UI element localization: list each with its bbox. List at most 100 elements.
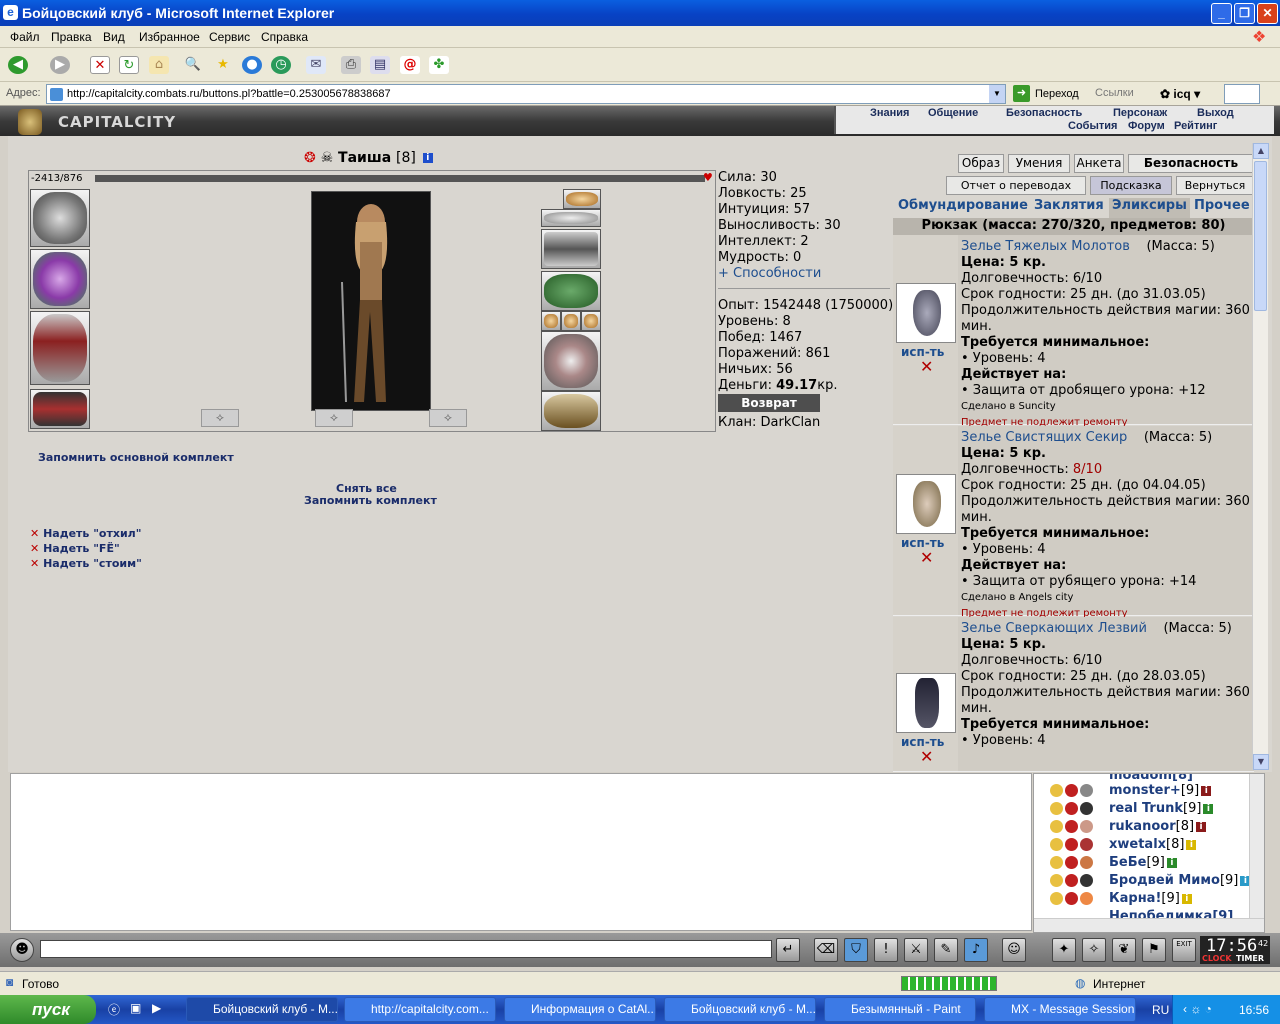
exit-button[interactable]: EXIT bbox=[1172, 938, 1196, 962]
scroll-icon[interactable]: ✧ bbox=[1082, 938, 1106, 962]
send-icon[interactable]: ↵ bbox=[776, 938, 800, 962]
links-label[interactable]: Ссылки bbox=[1095, 87, 1134, 99]
helmet-slot[interactable] bbox=[30, 189, 90, 247]
content-scrollbar[interactable]: ▲ ▼ bbox=[1252, 143, 1269, 770]
user-name[interactable]: Бродвей Мимо[9] i bbox=[1109, 873, 1251, 888]
task-button[interactable]: Безымянный - Paint bbox=[824, 997, 976, 1022]
refresh-icon[interactable]: ↻ bbox=[119, 56, 139, 74]
task-button[interactable]: MX - Message Session bbox=[984, 997, 1136, 1022]
abilities-link[interactable]: + Способности bbox=[718, 266, 821, 281]
task-button[interactable]: Бойцовский клуб - М... bbox=[664, 997, 816, 1022]
task-button[interactable]: Бойцовский клуб - М... bbox=[186, 997, 338, 1022]
amulet-slot[interactable] bbox=[541, 209, 601, 227]
fight-icon[interactable]: ⚔ bbox=[904, 938, 928, 962]
mail-icon[interactable]: ✉ bbox=[306, 56, 326, 74]
tray-icons[interactable]: ‹ ☼ ◔ bbox=[1183, 1002, 1212, 1016]
ring-slot-1[interactable] bbox=[541, 311, 561, 331]
saved-set-item[interactable]: ✕ Надеть "FЁ" bbox=[30, 541, 142, 556]
chat-mode-icon[interactable]: ☻ bbox=[10, 938, 34, 962]
item-name[interactable]: Зелье Сверкающих Лезвий bbox=[961, 621, 1147, 636]
tab-other[interactable]: Прочее bbox=[1194, 198, 1250, 218]
set-link[interactable]: Надеть "FЁ" bbox=[43, 542, 120, 555]
quicklaunch-ie-icon[interactable]: ⓔ bbox=[108, 1001, 120, 1018]
bag-icon[interactable]: ✦ bbox=[1052, 938, 1076, 962]
icq-input[interactable] bbox=[1224, 84, 1260, 104]
menu-file[interactable]: Файл bbox=[10, 30, 40, 44]
return-button[interactable]: Возврат bbox=[718, 394, 820, 412]
flower-slot[interactable] bbox=[30, 249, 90, 309]
info-icon[interactable]: i bbox=[422, 153, 433, 163]
search-icon[interactable]: 🔍 bbox=[183, 56, 203, 74]
nav-forum[interactable]: Форум bbox=[1128, 120, 1165, 132]
address-input[interactable]: http://capitalcity.combats.ru/buttons.pl… bbox=[46, 84, 1006, 104]
user-name[interactable]: rukanoor[8] i bbox=[1109, 819, 1207, 834]
delete-set-icon[interactable]: ✕ bbox=[30, 557, 39, 570]
friends-icon[interactable]: ❦ bbox=[1112, 938, 1136, 962]
close-button[interactable]: ✕ bbox=[1257, 3, 1278, 24]
user-name[interactable]: xwetalx[8] i bbox=[1109, 837, 1197, 852]
scroll-down-icon[interactable]: ▼ bbox=[1253, 754, 1269, 770]
nav-communication[interactable]: Общение bbox=[928, 107, 978, 119]
minimize-button[interactable]: _ bbox=[1211, 3, 1232, 24]
translit-icon[interactable]: ✎ bbox=[934, 938, 958, 962]
at-icon[interactable]: @ bbox=[400, 56, 420, 74]
chat-messages[interactable] bbox=[10, 773, 1032, 931]
user-name[interactable]: Карна![9] i bbox=[1109, 891, 1192, 906]
tab-equipment[interactable]: Обмундирование bbox=[898, 198, 1028, 218]
user-name[interactable]: БеБе[9] i bbox=[1109, 855, 1177, 870]
start-button[interactable]: пуск bbox=[0, 995, 96, 1024]
stop-icon[interactable]: ✕ bbox=[90, 56, 110, 74]
back-button[interactable]: Вернуться bbox=[1176, 176, 1254, 195]
forward-icon[interactable]: ▶ bbox=[50, 56, 70, 74]
media-icon[interactable]: ● bbox=[242, 56, 262, 74]
clover-icon[interactable]: ✤ bbox=[429, 56, 449, 74]
scroll-thumb[interactable] bbox=[1254, 161, 1267, 311]
delete-icon[interactable]: ✕ bbox=[920, 357, 933, 376]
profile-button[interactable]: Анкета bbox=[1074, 154, 1124, 173]
earrings-slot[interactable] bbox=[563, 189, 601, 209]
filter-icon[interactable]: ⛉ bbox=[844, 938, 868, 962]
saved-set-item[interactable]: ✕ Надеть "стоим" bbox=[30, 556, 142, 571]
skills-button[interactable]: Умения bbox=[1008, 154, 1070, 173]
menu-tools[interactable]: Сервис bbox=[209, 30, 250, 44]
userlist-hscroll[interactable] bbox=[1034, 918, 1264, 932]
print-icon[interactable]: ⎙ bbox=[341, 56, 361, 74]
edit-icon[interactable]: ▤ bbox=[370, 56, 390, 74]
remember-set-link[interactable]: Запомнить комплект bbox=[304, 494, 437, 507]
nav-character[interactable]: Персонаж bbox=[1113, 107, 1167, 119]
scroll-up-icon[interactable]: ▲ bbox=[1253, 143, 1269, 159]
bracers-slot[interactable] bbox=[541, 229, 601, 269]
clear-icon[interactable]: ⌫ bbox=[814, 938, 838, 962]
security-button[interactable]: Безопасность bbox=[1128, 154, 1254, 173]
set-link[interactable]: Надеть "отхил" bbox=[43, 527, 141, 540]
menu-help[interactable]: Справка bbox=[261, 30, 308, 44]
delete-set-icon[interactable]: ✕ bbox=[30, 542, 39, 555]
delete-set-icon[interactable]: ✕ bbox=[30, 527, 39, 540]
empty-slot-1[interactable]: ⟡ bbox=[201, 409, 239, 427]
go-button[interactable]: ➜ Переход bbox=[1013, 84, 1083, 104]
gloves-slot[interactable] bbox=[541, 271, 601, 311]
nav-rating[interactable]: Рейтинг bbox=[1174, 120, 1217, 132]
flag-icon[interactable]: ⚑ bbox=[1142, 938, 1166, 962]
home-icon[interactable]: ⌂ bbox=[149, 56, 169, 74]
hint-button[interactable]: Подсказка bbox=[1090, 176, 1172, 195]
history-icon[interactable]: ◷ bbox=[271, 56, 291, 74]
nav-events[interactable]: События bbox=[1068, 120, 1117, 132]
tab-spells[interactable]: Заклятия bbox=[1034, 198, 1104, 218]
user-partial[interactable]: moadom[8] bbox=[1109, 774, 1193, 783]
nav-security[interactable]: Безопасность bbox=[1006, 107, 1082, 119]
item-name[interactable]: Зелье Свистящих Секир bbox=[961, 430, 1127, 445]
task-button[interactable]: Информация о CatAl... bbox=[504, 997, 656, 1022]
quicklaunch-media-icon[interactable]: ▶ bbox=[152, 1001, 161, 1015]
ring-slot-3[interactable] bbox=[581, 311, 601, 331]
user-name[interactable]: monster+[9] i bbox=[1109, 783, 1212, 798]
sound-icon[interactable]: ♪ bbox=[964, 938, 988, 962]
address-dropdown-icon[interactable]: ▼ bbox=[989, 85, 1005, 103]
chat-input[interactable] bbox=[40, 940, 772, 958]
armor-slot[interactable] bbox=[30, 311, 90, 385]
quicklaunch-desktop-icon[interactable]: ▣ bbox=[130, 1001, 141, 1015]
language-indicator[interactable]: RU bbox=[1152, 1003, 1169, 1017]
boots-slot[interactable] bbox=[541, 391, 601, 431]
user-name[interactable]: real Trunk[9] i bbox=[1109, 801, 1214, 816]
menu-edit[interactable]: Правка bbox=[51, 30, 92, 44]
